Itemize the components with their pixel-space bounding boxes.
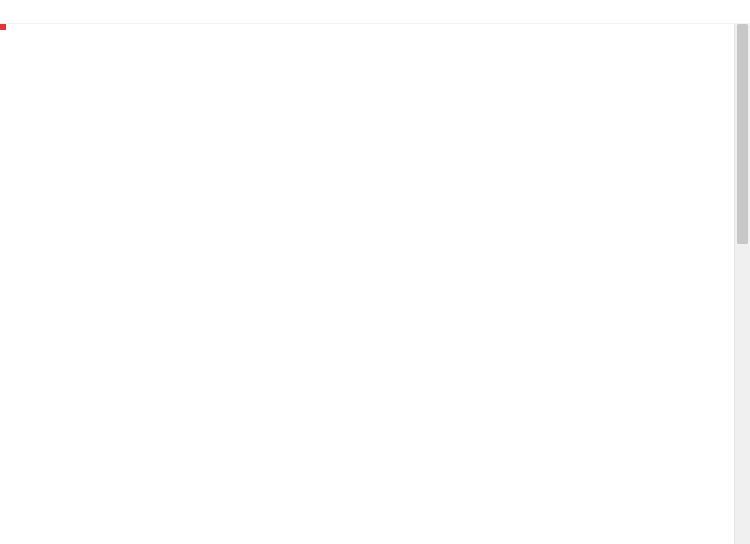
column-header-row xyxy=(0,0,750,24)
column-header-type[interactable] xyxy=(410,8,530,16)
annotation-highlight-box xyxy=(0,24,6,30)
column-header-name[interactable] xyxy=(0,8,270,16)
scrollbar-thumb[interactable] xyxy=(737,24,748,244)
scrollbar-track[interactable] xyxy=(734,24,750,544)
column-header-size[interactable] xyxy=(530,8,610,16)
column-header-date[interactable] xyxy=(270,8,410,16)
